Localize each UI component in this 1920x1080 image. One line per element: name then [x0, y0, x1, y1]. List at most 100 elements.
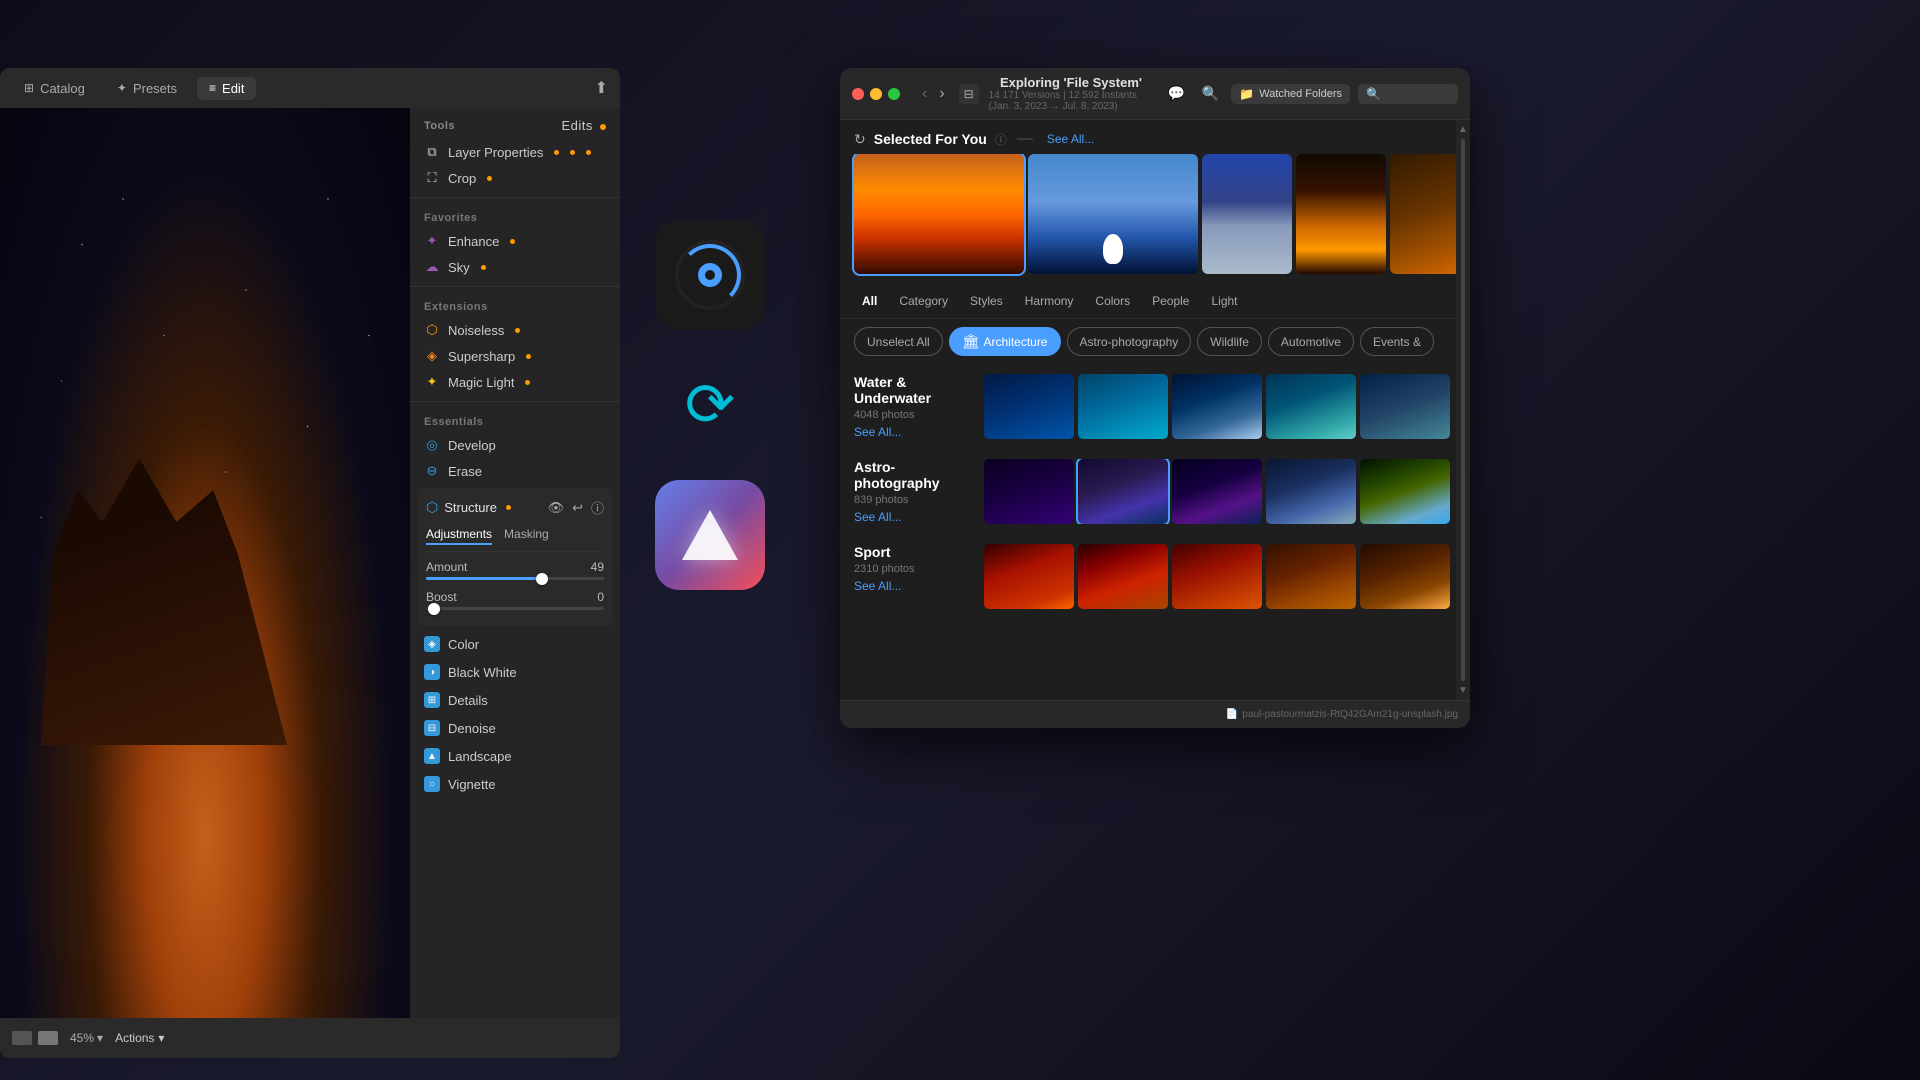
search-icon[interactable]: 🔍 [1197, 81, 1223, 107]
astro-photo-5[interactable] [1360, 459, 1450, 524]
sport-photo-5[interactable] [1360, 544, 1450, 609]
filter-styles[interactable]: Styles [962, 290, 1011, 312]
reset-icon[interactable]: ↩ [572, 500, 583, 516]
amount-track[interactable] [426, 577, 604, 580]
adjustments-tab[interactable]: Adjustments [426, 527, 492, 545]
color-item[interactable]: ◈ Color [410, 630, 620, 658]
scroll-thumb[interactable] [1461, 139, 1465, 681]
magic-light-item[interactable]: ✦ Magic Light [410, 369, 620, 395]
maximize-button[interactable] [888, 88, 900, 100]
scroll-down-icon[interactable]: ▼ [1458, 685, 1468, 696]
water-photo-3[interactable] [1172, 374, 1262, 439]
sidebar-toggle-icon[interactable]: ⊟ [959, 84, 979, 104]
denoise-item[interactable]: ⊟ Denoise [410, 714, 620, 742]
camera-app-icon[interactable] [655, 220, 765, 330]
water-count: 4048 photos [854, 409, 974, 421]
edits-dot [600, 124, 606, 130]
filter-all[interactable]: All [854, 290, 885, 312]
sky-item[interactable]: ☁ Sky [410, 254, 620, 280]
visibility-icon[interactable]: 👁 [548, 500, 565, 516]
lp-dot [554, 150, 559, 155]
nav-forward-icon[interactable]: › [935, 83, 948, 105]
noiseless-item[interactable]: ⬡ Noiseless [410, 317, 620, 343]
water-photo-4[interactable] [1266, 374, 1356, 439]
sport-see-all[interactable]: See All... [854, 579, 974, 593]
filter-harmony[interactable]: Harmony [1017, 290, 1082, 312]
info-icon[interactable]: ⓘ [591, 498, 604, 517]
amount-value: 49 [591, 560, 604, 574]
pill-unselect-all[interactable]: Unselect All [854, 327, 943, 356]
water-photo-5[interactable] [1360, 374, 1450, 439]
boost-thumb[interactable] [428, 603, 440, 615]
astro-photo-2[interactable] [1078, 459, 1168, 524]
filter-colors[interactable]: Colors [1087, 290, 1138, 312]
layer-properties-item[interactable]: ⧉ Layer Properties [410, 139, 620, 165]
pill-wildlife[interactable]: Wildlife [1197, 327, 1262, 356]
astro-photo-1[interactable] [984, 459, 1074, 524]
search-box[interactable]: 🔍 [1358, 84, 1458, 104]
upload-icon[interactable]: ⬆ [595, 78, 608, 98]
astro-see-all[interactable]: See All... [854, 510, 974, 524]
minimize-button[interactable] [870, 88, 882, 100]
photo-thumb-city[interactable] [1296, 154, 1386, 274]
develop-item[interactable]: ◎ Develop [410, 432, 620, 458]
astro-photo-3[interactable] [1172, 459, 1262, 524]
sport-photo-4[interactable] [1266, 544, 1356, 609]
tab-catalog[interactable]: ⊞ Catalog [12, 77, 97, 100]
browser-scrollbar[interactable]: ▲ ▼ [1456, 120, 1470, 700]
view-icon-1[interactable] [12, 1031, 32, 1045]
pill-architecture[interactable]: 🏛 Architecture [949, 327, 1061, 356]
erase-icon: ⊖ [424, 463, 440, 479]
nav-back-icon[interactable]: ‹ [918, 83, 931, 105]
erase-item[interactable]: ⊖ Erase [410, 458, 620, 484]
astro-photo-4[interactable] [1266, 459, 1356, 524]
astro-count: 839 photos [854, 494, 974, 506]
selected-for-you-section: ↻ Selected For You ⓘ — See All... All Ca… [840, 120, 1470, 619]
camera-circle [675, 240, 745, 310]
water-section: Water &Underwater 4048 photos See All... [840, 364, 1470, 449]
sport-photo-1[interactable] [984, 544, 1074, 609]
prism-app-icon[interactable] [655, 480, 765, 590]
supersharp-dot [526, 354, 531, 359]
pill-astro[interactable]: Astro-photography [1067, 327, 1192, 356]
photo-strip [840, 154, 1470, 284]
boost-track[interactable] [426, 607, 604, 610]
photo-thumb-mountain[interactable] [1202, 154, 1292, 274]
sfy-see-all-link[interactable]: See All... [1047, 132, 1094, 146]
view-icon-2[interactable] [38, 1031, 58, 1045]
sport-photo-2[interactable] [1078, 544, 1168, 609]
filter-people[interactable]: People [1144, 290, 1197, 312]
black-white-item[interactable]: ◑ Black White [410, 658, 620, 686]
window-title-area: Exploring 'File System' 14 171 Versions … [989, 75, 1154, 112]
pill-automotive[interactable]: Automotive [1268, 327, 1354, 356]
amount-thumb[interactable] [536, 573, 548, 585]
scroll-up-icon[interactable]: ▲ [1458, 124, 1468, 135]
photo-thumb-penguin[interactable] [1028, 154, 1198, 274]
zoom-control[interactable]: 45% ▾ [70, 1031, 103, 1045]
water-photo-2[interactable] [1078, 374, 1168, 439]
actions-chevron-icon: ▾ [158, 1031, 164, 1045]
details-item[interactable]: ⊞ Details [410, 686, 620, 714]
enhance-icon: ✦ [424, 233, 440, 249]
close-button[interactable] [852, 88, 864, 100]
chat-icon[interactable]: 💬 [1163, 81, 1189, 107]
filter-light[interactable]: Light [1203, 290, 1245, 312]
pill-events[interactable]: Events & [1360, 327, 1434, 356]
actions-button[interactable]: Actions ▾ [115, 1031, 164, 1045]
sfy-info-icon[interactable]: ⓘ [995, 131, 1007, 148]
tab-edit[interactable]: ≡ Edit [197, 77, 256, 100]
water-photo-1[interactable] [984, 374, 1074, 439]
tab-presets[interactable]: ✦ Presets [105, 77, 189, 100]
watched-folders-button[interactable]: 📁 Watched Folders [1231, 84, 1350, 104]
enhance-item[interactable]: ✦ Enhance [410, 228, 620, 254]
landscape-item[interactable]: ▲ Landscape [410, 742, 620, 770]
sport-photo-3[interactable] [1172, 544, 1262, 609]
supersharp-item[interactable]: ◈ Supersharp [410, 343, 620, 369]
water-see-all[interactable]: See All... [854, 425, 974, 439]
sync-arrows-icon[interactable]: ⟳ [685, 370, 735, 440]
crop-item[interactable]: ⛶ Crop [410, 165, 620, 191]
filter-category[interactable]: Category [891, 290, 956, 312]
masking-tab[interactable]: Masking [504, 527, 549, 545]
vignette-item[interactable]: ○ Vignette [410, 770, 620, 798]
photo-thumb-desert[interactable] [854, 154, 1024, 274]
